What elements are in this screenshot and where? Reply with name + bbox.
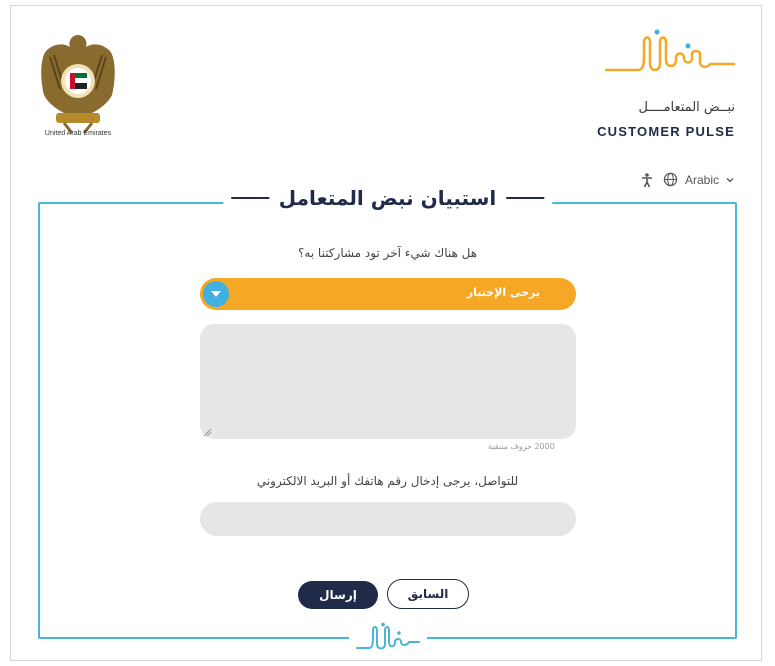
- chars-remaining: 2000 حروف متبقية: [488, 442, 555, 451]
- feedback-textarea[interactable]: [200, 324, 576, 439]
- previous-button[interactable]: السابق: [387, 579, 469, 609]
- uae-emblem-icon: [41, 35, 115, 134]
- customer-pulse-footer-icon: [348, 622, 427, 656]
- survey-title: استبيان نبض المتعامل: [278, 186, 497, 210]
- divider: [230, 197, 269, 199]
- survey-card: استبيان نبض المتعامل هل هناك شيء آخر تود…: [38, 186, 737, 656]
- contact-input[interactable]: [200, 502, 576, 536]
- accessibility-icon[interactable]: [639, 172, 655, 188]
- category-dropdown[interactable]: يرجى الإختيار: [200, 278, 576, 310]
- dropdown-value: يرجى الإختيار: [466, 286, 540, 299]
- toolbar: Arabic: [639, 172, 735, 188]
- brand-english: CUSTOMER PULSE: [597, 124, 735, 139]
- brand-arabic: نبــض المتعامــــل: [638, 100, 735, 115]
- language-selector[interactable]: Arabic: [663, 172, 735, 188]
- survey-title-wrap: استبيان نبض المتعامل: [222, 186, 553, 210]
- resize-handle-icon[interactable]: [203, 428, 212, 437]
- question-1-label: هل هناك شيء آخر تود مشاركتنا به؟: [297, 246, 478, 260]
- send-button[interactable]: إرسال: [298, 581, 378, 609]
- uae-caption: United Arab Emirates: [44, 130, 112, 137]
- question-2-label: للتواصل، يرجى إدخال رقم هاتفك أو البريد …: [256, 474, 519, 488]
- divider: [506, 197, 545, 199]
- chevron-down-icon: [725, 175, 735, 185]
- language-label: Arabic: [684, 173, 719, 187]
- customer-pulse-logo-icon: [604, 29, 736, 72]
- caret-down-icon[interactable]: [203, 281, 229, 307]
- globe-icon: [663, 172, 679, 188]
